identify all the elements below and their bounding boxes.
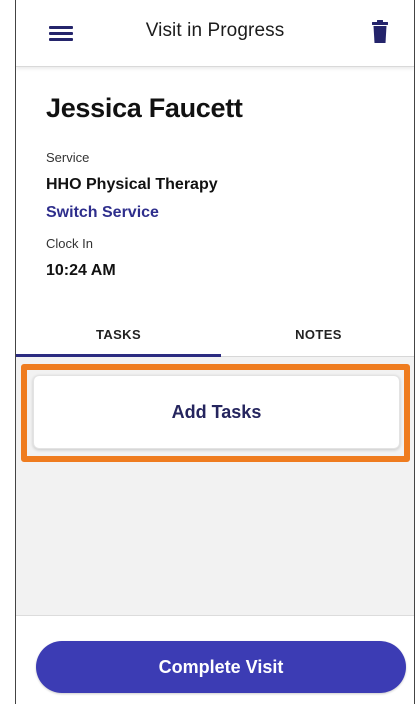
tab-tasks[interactable]: TASKS: [16, 314, 221, 356]
clock-in-label: Clock In: [46, 236, 93, 251]
tab-bar: TASKS NOTES: [16, 314, 414, 357]
tasks-panel: Add Tasks: [16, 357, 414, 615]
tab-notes[interactable]: NOTES: [221, 314, 414, 356]
service-label: Service: [46, 150, 90, 165]
service-value: HHO Physical Therapy: [46, 176, 218, 193]
trash-icon[interactable]: [371, 20, 389, 44]
page-title: Visit in Progress: [145, 20, 285, 41]
complete-visit-button[interactable]: Complete Visit: [36, 641, 406, 693]
footer-bar: Complete Visit: [16, 615, 414, 704]
clock-in-value: 10:24 AM: [46, 262, 116, 279]
app-frame: Visit in Progress Jessica Faucett Servic…: [15, 0, 415, 704]
add-tasks-button[interactable]: Add Tasks: [33, 375, 400, 449]
switch-service-link[interactable]: Switch Service: [46, 204, 159, 222]
top-app-bar: Visit in Progress: [16, 0, 414, 67]
patient-name: Jessica Faucett: [46, 93, 243, 123]
